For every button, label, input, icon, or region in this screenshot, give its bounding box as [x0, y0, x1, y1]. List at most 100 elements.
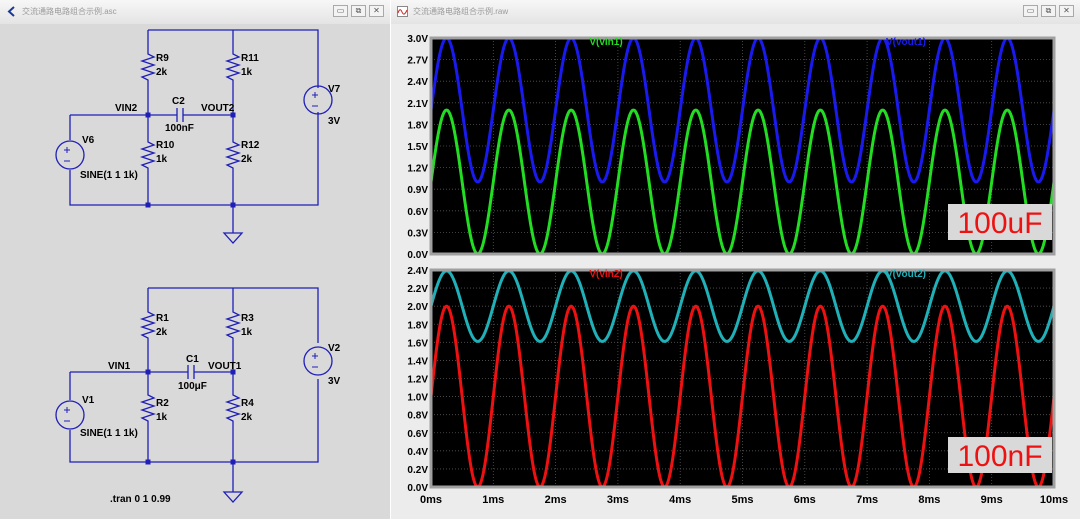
R11-name: R11	[241, 53, 259, 64]
waveform-titlebar[interactable]: 交流通路电路组合示例.raw ▭ ⧉ ✕	[391, 0, 1080, 25]
y-tick-label: 2.1V	[407, 99, 428, 110]
V1-name: V1	[82, 395, 95, 406]
minimize-button[interactable]: ▭	[1023, 5, 1038, 17]
net-label-vin1: VIN1	[108, 361, 131, 372]
minimize-button[interactable]: ▭	[333, 5, 348, 17]
schematic-drawing[interactable]: R9 2k R10 1k R11 1k R12 2k C2 100nF VIN2…	[0, 24, 390, 519]
R9-symbol	[139, 50, 157, 86]
annotation-label: 100uF	[957, 207, 1042, 240]
close-button[interactable]: ✕	[369, 5, 384, 17]
R1-symbol	[139, 308, 157, 343]
schematic-window: 交流通路电路组合示例.asc ▭ ⧉ ✕ R9 2k R10 1k R11 1k…	[0, 0, 390, 519]
net-label-vout1: VOUT1	[208, 361, 242, 372]
x-tick-label: 5ms	[731, 494, 753, 506]
net-label-vin2: VIN2	[115, 103, 138, 114]
V2-value: 3V	[328, 376, 341, 387]
R4-symbol	[224, 390, 242, 428]
y-tick-label: 3.0V	[407, 34, 428, 45]
restore-button[interactable]: ⧉	[1041, 5, 1056, 17]
R1-value: 2k	[156, 327, 168, 338]
waveform-canvas[interactable]: 0.0V 0.3V 0.6V 0.9V 1.2V 1.5V 1.8V 2.1V 2.4V 2.7V…	[391, 24, 1080, 519]
C1-name: C1	[186, 354, 199, 365]
R4-name: R4	[241, 398, 254, 409]
legend-label: V(vin2)	[589, 269, 622, 280]
x-tick-label: 3ms	[607, 494, 629, 506]
R3-value: 1k	[241, 327, 253, 338]
close-button[interactable]: ✕	[1059, 5, 1074, 17]
y-tick-label: 0.6V	[407, 207, 428, 218]
R3-symbol	[224, 308, 242, 343]
y-tick-label: 2.4V	[407, 77, 428, 88]
y-tick-label: 2.7V	[407, 56, 428, 67]
C2-value: 100nF	[165, 123, 194, 134]
x-tick-label: 8ms	[918, 494, 940, 506]
y-tick-label: 0.0V	[407, 250, 428, 261]
y-tick-label: 1.2V	[407, 375, 428, 386]
V6-name: V6	[82, 135, 95, 146]
R12-name: R12	[241, 140, 260, 151]
net-label-vout2: VOUT2	[201, 103, 235, 114]
V7-value: 3V	[328, 116, 341, 127]
R12-symbol	[224, 138, 242, 170]
y-tick-label: 0.4V	[407, 447, 428, 458]
R10-value: 1k	[156, 154, 168, 165]
legend-label: V(vout2)	[886, 269, 926, 280]
C2-name: C2	[172, 96, 185, 107]
ltspice-schematic-icon	[7, 6, 15, 17]
R3-name: R3	[241, 313, 254, 324]
x-tick-label: 1ms	[482, 494, 504, 506]
y-tick-label: 1.4V	[407, 356, 428, 367]
R2-symbol	[139, 390, 157, 428]
y-tick-label: 0.8V	[407, 411, 428, 422]
y-tick-label: 1.8V	[407, 320, 428, 331]
R4-value: 2k	[241, 412, 253, 423]
V1-value: SINE(1 1 1k)	[80, 428, 138, 439]
y-tick-label: 1.8V	[407, 120, 428, 131]
R9-value: 2k	[156, 67, 168, 78]
y-tick-label: 2.4V	[407, 266, 428, 277]
R11-value: 1k	[241, 67, 253, 78]
schematic-title: 交流通路电路组合示例.asc	[22, 7, 117, 16]
restore-button[interactable]: ⧉	[351, 5, 366, 17]
y-tick-label: 0.3V	[407, 228, 428, 239]
x-tick-label: 4ms	[669, 494, 691, 506]
waveform-title: 交流通路电路组合示例.raw	[413, 7, 509, 16]
y-tick-label: 0.6V	[407, 429, 428, 440]
R10-name: R10	[156, 140, 175, 151]
y-tick-label: 1.6V	[407, 338, 428, 349]
legend-label: V(vin1)	[589, 37, 622, 48]
y-tick-label: 0.2V	[407, 465, 428, 476]
R2-value: 1k	[156, 412, 168, 423]
V6-value: SINE(1 1 1k)	[80, 170, 138, 181]
annotation-label: 100nF	[957, 440, 1042, 473]
R2-name: R2	[156, 398, 169, 409]
y-tick-label: 1.5V	[407, 142, 428, 153]
y-tick-label: 2.2V	[407, 284, 428, 295]
y-tick-label: 1.0V	[407, 393, 428, 404]
waveform-plots[interactable]: 0.0V 0.3V 0.6V 0.9V 1.2V 1.5V 1.8V 2.1V 2.4V 2.7V…	[391, 24, 1080, 519]
schematic-titlebar[interactable]: 交流通路电路组合示例.asc ▭ ⧉ ✕	[0, 0, 390, 25]
x-tick-label: 9ms	[981, 494, 1003, 506]
x-tick-label: 10ms	[1040, 494, 1068, 506]
C1-value: 100μF	[178, 381, 207, 392]
schematic-canvas[interactable]: R9 2k R10 1k R11 1k R12 2k C2 100nF VIN2…	[0, 24, 390, 519]
legend-label: V(vout1)	[886, 37, 926, 48]
V2-name: V2	[328, 343, 341, 354]
waveform-icon	[397, 6, 408, 17]
y-tick-label: 0.9V	[407, 185, 428, 196]
x-tick-label: 6ms	[794, 494, 816, 506]
R11-symbol	[224, 50, 242, 86]
R10-symbol	[139, 138, 157, 170]
x-tick-label: 2ms	[545, 494, 567, 506]
R1-name: R1	[156, 313, 169, 324]
y-tick-label: 2.0V	[407, 302, 428, 313]
y-tick-label: 1.2V	[407, 164, 428, 175]
waveform-window: 交流通路电路组合示例.raw ▭ ⧉ ✕ 0.0V 0.3V 0.6V 0.9V 1.2…	[391, 0, 1080, 519]
x-tick-label: 7ms	[856, 494, 878, 506]
R9-name: R9	[156, 53, 169, 64]
R12-value: 2k	[241, 154, 253, 165]
V7-name: V7	[328, 84, 341, 95]
x-tick-label: 0ms	[420, 494, 442, 506]
y-tick-label: 0.0V	[407, 483, 428, 494]
spice-directive: .tran 0 1 0.99	[110, 494, 171, 505]
